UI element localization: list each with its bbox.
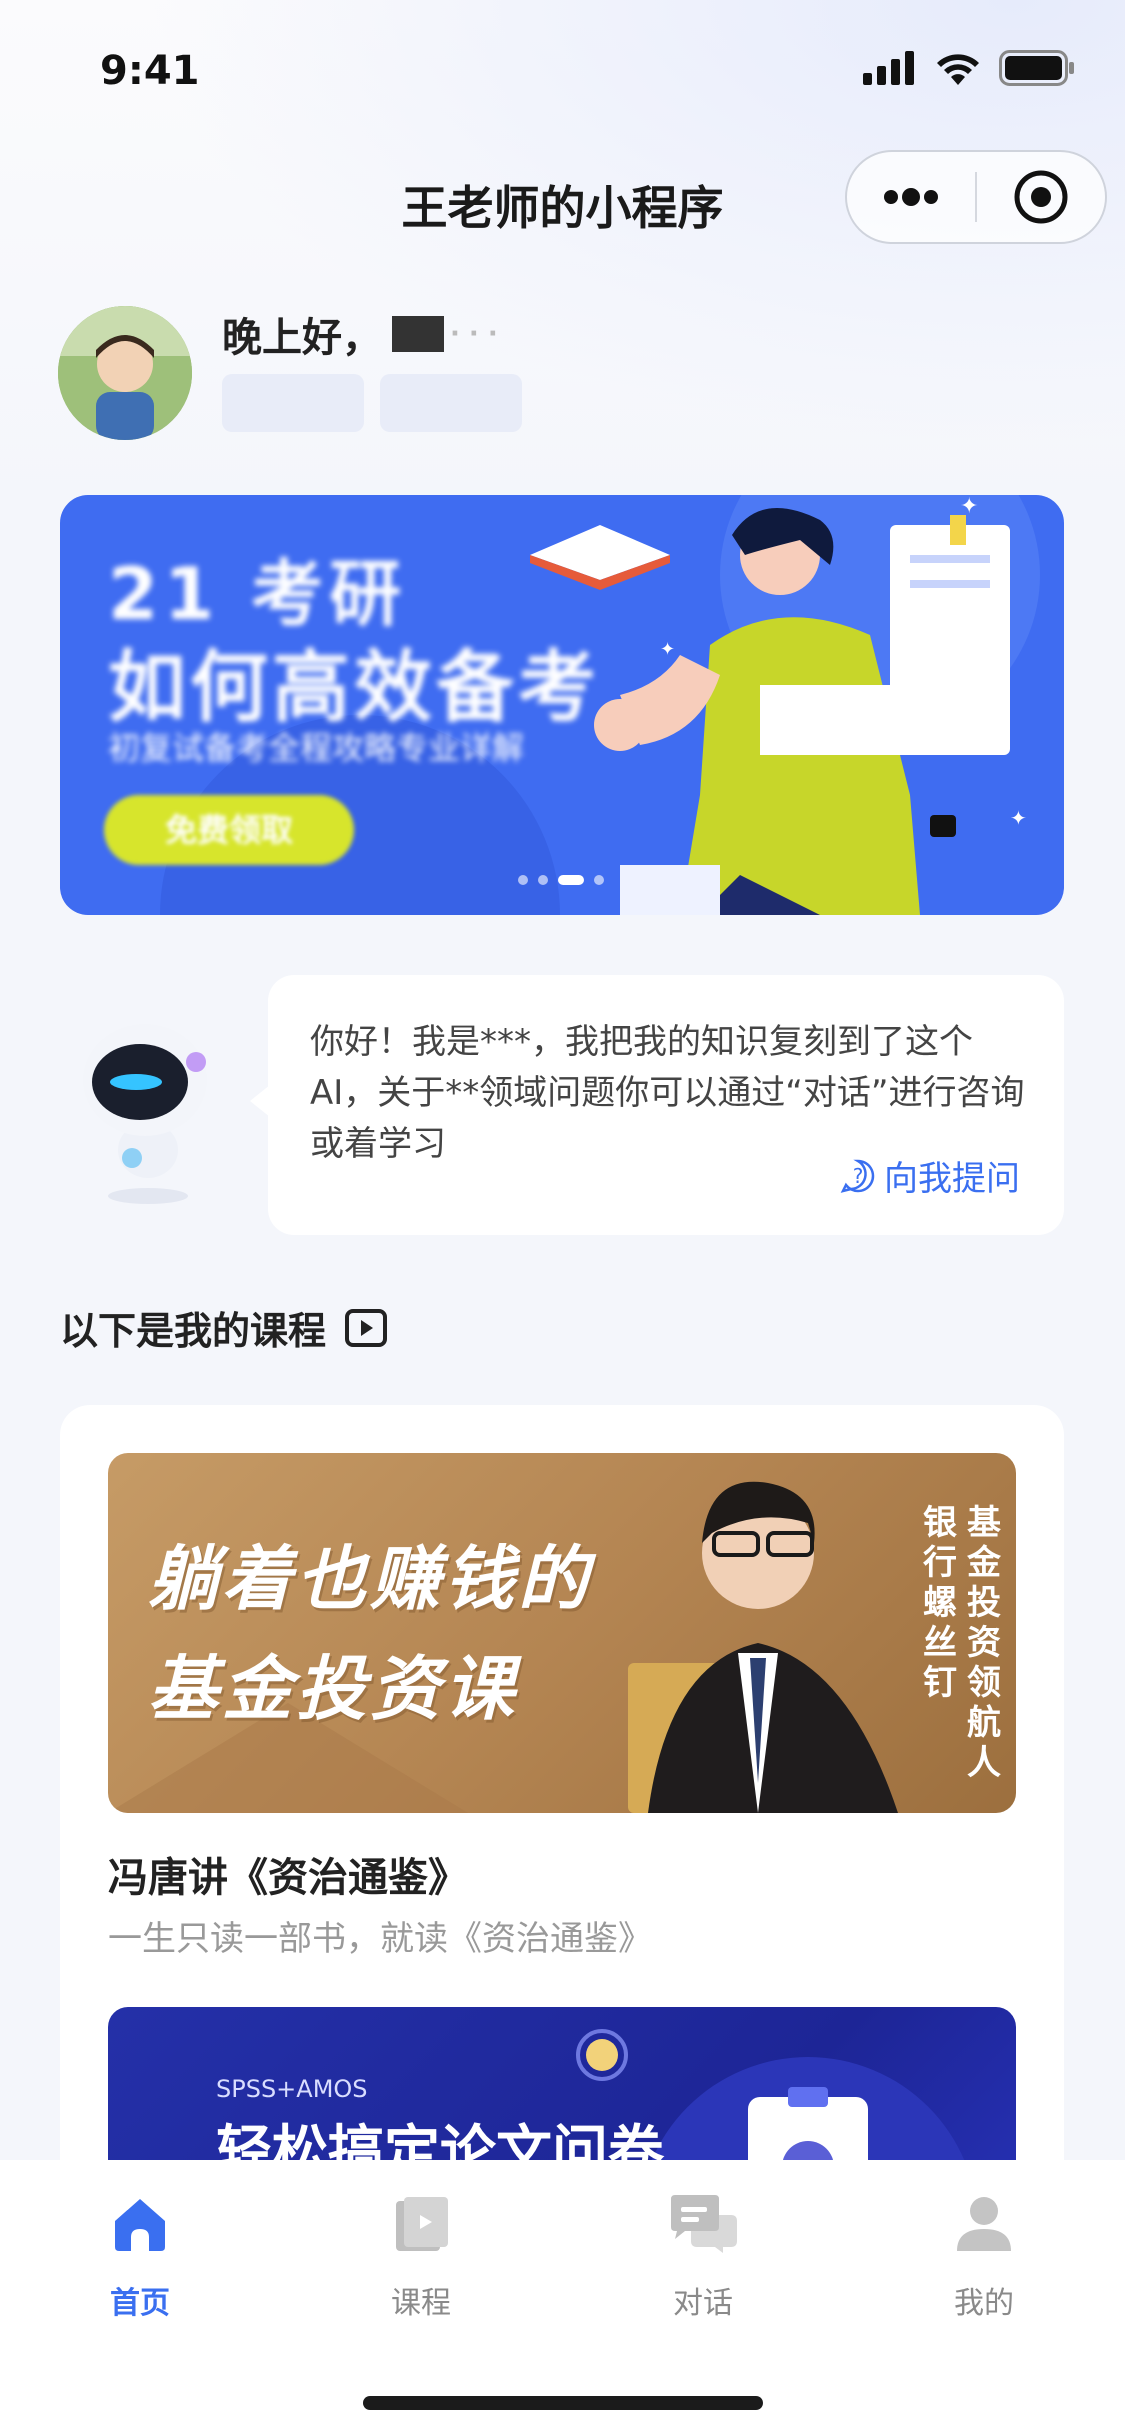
carousel-dot[interactable] [538, 875, 548, 885]
wifi-icon [937, 54, 979, 85]
carousel-dot-active[interactable] [558, 875, 584, 885]
greeting-text: 晚上好， [222, 315, 382, 361]
course-cover-subtitle: SPSS+AMOS [216, 2075, 368, 2103]
status-time: 9:41 [100, 48, 200, 94]
section-title-text: 以下是我的课程 [60, 1309, 327, 1353]
tab-chat[interactable]: 对话 [633, 2188, 773, 2322]
tab-courses-label: 课程 [391, 2286, 451, 2321]
video-icon [345, 1308, 388, 1347]
svg-text:✦: ✦ [660, 639, 675, 660]
course-description: 一生只读一部书，就读《资治通鉴》 [108, 1919, 652, 1959]
user-tag-placeholder [380, 374, 522, 432]
course-cover-title-2: 基金投资课 [148, 1648, 518, 1730]
user-tag-placeholder [222, 374, 364, 432]
home-icon [115, 2199, 165, 2251]
section-title: 以下是我的课程 [60, 1300, 388, 1355]
masked-username [392, 316, 444, 352]
tab-home[interactable]: 首页 [70, 2188, 210, 2322]
more-button[interactable] [847, 152, 975, 242]
robot-mascot-icon [70, 1010, 220, 1210]
close-miniprogram-button[interactable] [977, 152, 1105, 242]
question-icon: ? [840, 1159, 875, 1193]
banner-cta-button[interactable]: 免费领取 [104, 795, 354, 865]
banner-subline: 初复试备考全程攻略专业详解 [108, 729, 525, 767]
ai-intro-text: 你好！我是***，我把我的知识复刻到了这个AI，关于**领域问题你可以通过“对话… [310, 1022, 1025, 1164]
more-dots-icon [884, 188, 938, 206]
username-trailing: · · · [450, 319, 498, 349]
home-indicator[interactable] [363, 2396, 763, 2410]
chat-icon [671, 2195, 737, 2253]
course-cover-title-1: 躺着也赚钱的 [148, 1538, 592, 1620]
avatar-image [58, 306, 192, 440]
course-cover-vertical-1: 银行螺丝钉 [923, 1503, 957, 1703]
battery-icon [999, 50, 1074, 86]
ask-me-label: 向我提问 [884, 1159, 1020, 1199]
tab-chat-label: 对话 [673, 2286, 733, 2321]
carousel-indicator [518, 875, 604, 885]
course-icon [396, 2197, 448, 2251]
carousel-dot[interactable] [594, 875, 604, 885]
avatar[interactable] [58, 306, 192, 440]
status-icons [863, 50, 1075, 86]
banner-headline-2: 如何高效备考 [108, 643, 601, 733]
signal-icon [863, 51, 914, 85]
greeting: 晚上好， · · · [222, 305, 498, 363]
svg-text:?: ? [853, 1164, 864, 1188]
tab-profile-label: 我的 [954, 2286, 1014, 2321]
status-bar: 9:41 [0, 0, 1125, 140]
carousel-dot[interactable] [518, 875, 528, 885]
ai-intro-bubble: 你好！我是***，我把我的知识复刻到了这个AI，关于**领域问题你可以通过“对话… [250, 975, 1064, 1235]
ask-me-link[interactable]: ? 向我提问 [840, 1151, 1020, 1200]
svg-text:✦: ✦ [1010, 806, 1027, 830]
tab-courses[interactable]: 课程 [351, 2188, 491, 2322]
tab-profile[interactable]: 我的 [914, 2188, 1054, 2322]
profile-icon [957, 2197, 1011, 2251]
course-cover-image[interactable]: 躺着也赚钱的 基金投资课 银行螺丝钉 基金投资领航人 [108, 1453, 1016, 1813]
promo-banner[interactable]: ✦ ✦ ✦ 21 考研 如何高效备考 初复试备考全程攻略专业详解 免费领取 [60, 495, 1064, 915]
course-cover-vertical-2: 基金投资领航人 [967, 1503, 1001, 1783]
banner-cta-label: 免费领取 [164, 811, 293, 849]
target-close-icon [1014, 170, 1068, 224]
tab-bar: 首页 课程 对话 我的 [0, 2160, 1125, 2436]
course-name[interactable]: 冯唐讲《资治通鉴》 [108, 1845, 468, 1903]
svg-text:✦: ✦ [960, 495, 978, 519]
tab-home-label: 首页 [110, 2286, 170, 2321]
miniprogram-capsule [845, 150, 1107, 244]
